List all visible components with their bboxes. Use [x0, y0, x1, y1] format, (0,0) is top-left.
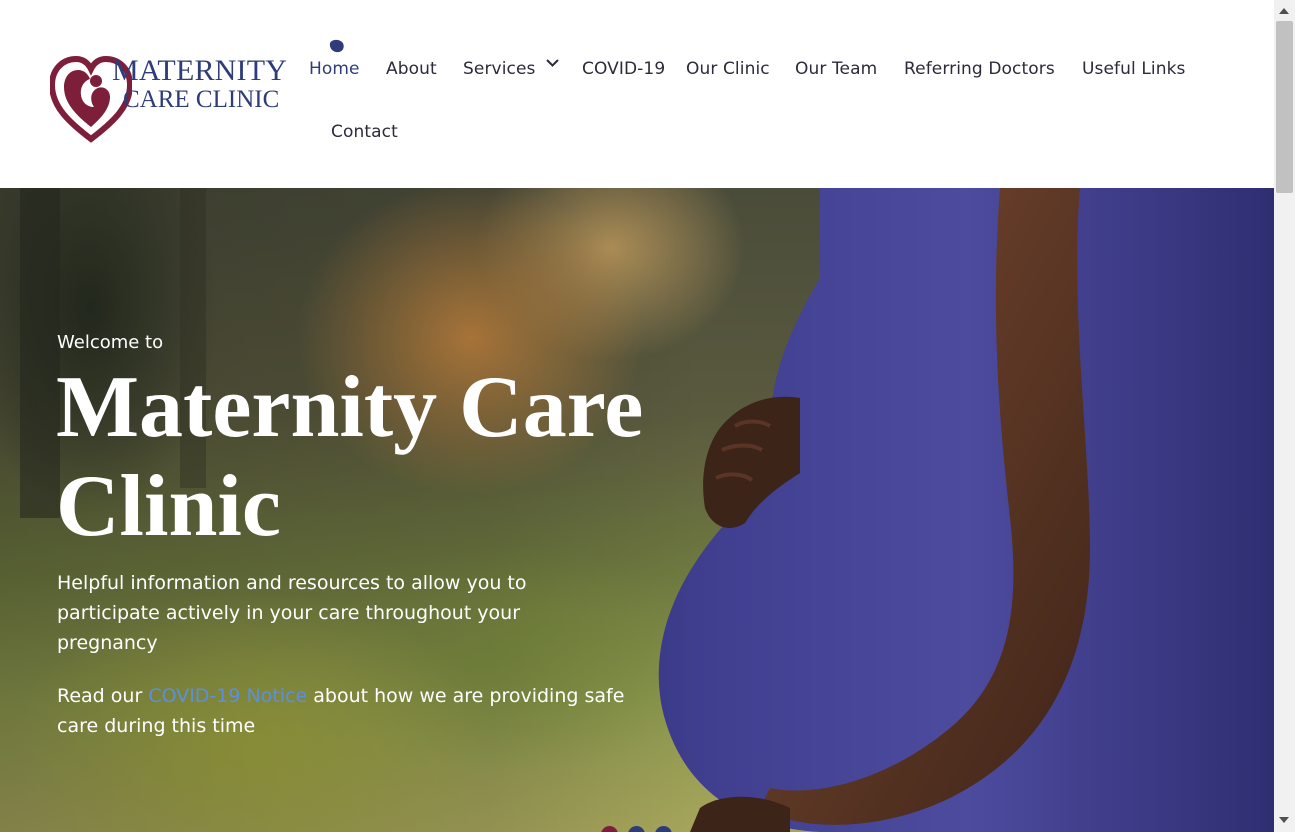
hero-subtitle: Helpful information and resources to all…	[57, 572, 527, 654]
nav-our-team[interactable]: Our Team	[795, 59, 877, 79]
scrollbar-thumb[interactable]	[1276, 21, 1293, 193]
active-page-marker-icon	[329, 39, 344, 53]
hero-banner: Welcome to Maternity Care Clinic Helpful…	[0, 188, 1274, 832]
nav-services[interactable]: Services	[463, 59, 536, 79]
nav-about[interactable]: About	[386, 59, 437, 79]
site-header: MATERNITY CARE CLINIC Home About Service…	[0, 0, 1274, 188]
chevron-down-icon[interactable]	[545, 58, 560, 68]
nav-contact[interactable]: Contact	[331, 122, 398, 142]
hero-welcome-text: Welcome to	[57, 332, 164, 353]
nav-our-clinic[interactable]: Our Clinic	[686, 59, 770, 79]
page-scrollbar[interactable]	[1274, 0, 1295, 832]
scroll-up-arrow-icon[interactable]	[1279, 8, 1289, 14]
nav-referring-doctors[interactable]: Referring Doctors	[904, 59, 1055, 79]
clinic-logo[interactable]: MATERNITY CARE CLINIC	[50, 55, 312, 145]
logo-name-line2: CARE CLINIC	[123, 86, 280, 113]
logo-name-line1: MATERNITY	[112, 54, 288, 87]
nav-home[interactable]: Home	[309, 59, 360, 79]
nav-covid-19[interactable]: COVID-19	[582, 59, 665, 79]
nav-useful-links[interactable]: Useful Links	[1082, 59, 1186, 79]
hero-title: Maternity Care Clinic	[56, 359, 644, 555]
scroll-down-arrow-icon[interactable]	[1279, 817, 1289, 823]
notice-prefix: Read our	[57, 685, 149, 707]
covid-notice-link[interactable]: COVID-19 Notice	[148, 685, 307, 707]
hero-covid-notice: Read our COVID-19 Notice about how we ar…	[57, 681, 627, 741]
